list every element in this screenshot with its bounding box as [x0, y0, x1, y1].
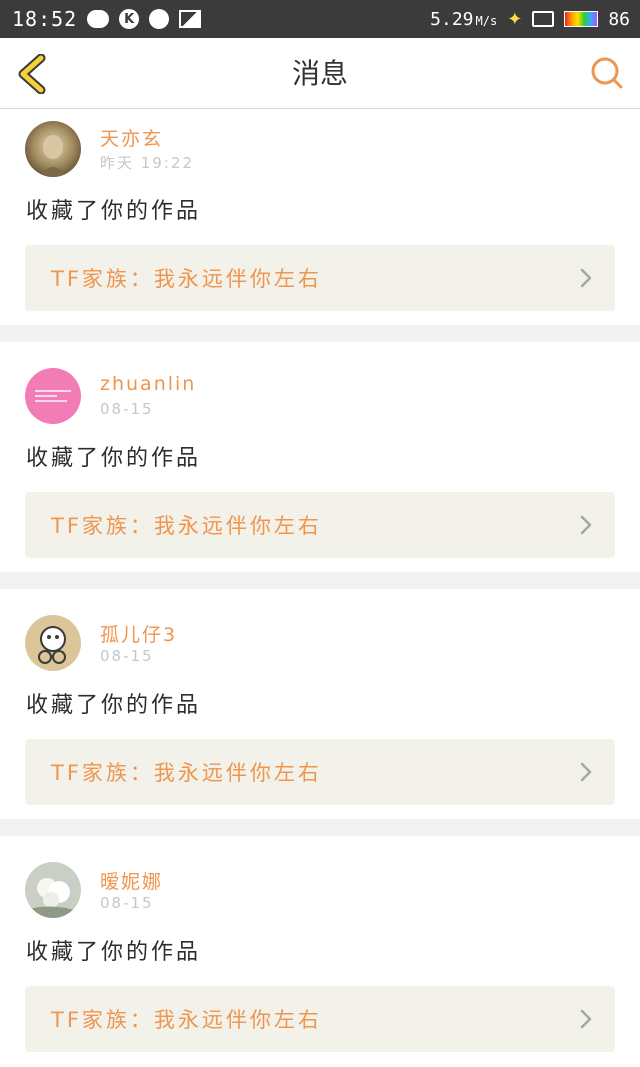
nav-bar: 消息: [0, 38, 640, 109]
username[interactable]: zhuanlin: [100, 373, 196, 395]
message-item: 孤儿仔3 08-15 收藏了你的作品 TF家族：我永远伴你左右: [0, 589, 640, 819]
work-title: TF家族：我永远伴你左右: [51, 514, 322, 538]
status-left: 18:52 K: [12, 7, 202, 31]
username[interactable]: 暧妮娜: [100, 867, 163, 894]
username[interactable]: 天亦玄: [100, 124, 163, 151]
action-text: 收藏了你的作品: [26, 199, 202, 224]
action-text: 收藏了你的作品: [26, 940, 202, 965]
timestamp: 08-15: [100, 400, 154, 418]
work-title: TF家族：我永远伴你左右: [51, 761, 322, 785]
k-app-notification-icon: K: [119, 9, 140, 29]
status-right: 5.29 M/s ✦ 86: [430, 9, 630, 30]
screen-icon: [532, 11, 555, 27]
message-list: 天亦玄 昨天 19:22 收藏了你的作品 TF家族：我永远伴你左右 zhuanl…: [0, 109, 640, 1066]
message-header: 天亦玄 昨天 19:22: [0, 109, 640, 179]
status-time: 18:52: [12, 7, 78, 31]
user-avatar[interactable]: [25, 862, 81, 918]
chevron-right-icon: [580, 268, 592, 288]
chevron-right-icon: [580, 1009, 592, 1029]
action-text: 收藏了你的作品: [26, 446, 202, 471]
action-text: 收藏了你的作品: [26, 693, 202, 718]
message-header: 暧妮娜 08-15: [0, 836, 640, 920]
divider: [0, 325, 640, 342]
chevron-right-icon: [580, 515, 592, 535]
message-item: 天亦玄 昨天 19:22 收藏了你的作品 TF家族：我永远伴你左右: [0, 109, 640, 325]
user-avatar[interactable]: [25, 121, 81, 177]
divider: [0, 819, 640, 836]
battery-level: 86: [608, 8, 630, 30]
chevron-right-icon: [580, 762, 592, 782]
status-bar: 18:52 K 5.29 M/s ✦ 86: [0, 0, 640, 38]
timestamp: 昨天 19:22: [100, 154, 194, 172]
page-title: 消息: [291, 57, 348, 90]
image-notification-icon: [179, 10, 202, 28]
user-avatar[interactable]: [25, 615, 81, 671]
username[interactable]: 孤儿仔3: [100, 620, 177, 647]
work-link-card[interactable]: TF家族：我永远伴你左右: [25, 986, 615, 1052]
work-link-card[interactable]: TF家族：我永远伴你左右: [25, 492, 615, 558]
battery-icon: [564, 11, 599, 27]
user-avatar[interactable]: [25, 368, 81, 424]
work-link-card[interactable]: TF家族：我永远伴你左右: [25, 739, 615, 805]
divider: [0, 572, 640, 589]
network-speed: 5.29 M/s: [430, 9, 497, 30]
work-title: TF家族：我永远伴你左右: [51, 1008, 322, 1032]
timestamp: 08-15: [100, 894, 154, 912]
work-title: TF家族：我永远伴你左右: [51, 267, 322, 291]
timestamp: 08-15: [100, 647, 154, 665]
message-header: 孤儿仔3 08-15: [0, 589, 640, 673]
work-link-card[interactable]: TF家族：我永远伴你左右: [25, 245, 615, 311]
message-item: zhuanlin 08-15 收藏了你的作品 TF家族：我永远伴你左右: [0, 342, 640, 572]
message-header: zhuanlin 08-15: [0, 342, 640, 426]
network-speed-value: 5.29: [430, 8, 474, 30]
search-icon[interactable]: [588, 54, 626, 92]
aperture-notification-icon: [149, 9, 170, 29]
message-item: 暧妮娜 08-15 收藏了你的作品 TF家族：我永远伴你左右: [0, 836, 640, 1066]
chat-notification-icon: [87, 10, 110, 28]
network-speed-unit: M/s: [475, 13, 498, 28]
sparkle-icon: ✦: [507, 8, 523, 30]
